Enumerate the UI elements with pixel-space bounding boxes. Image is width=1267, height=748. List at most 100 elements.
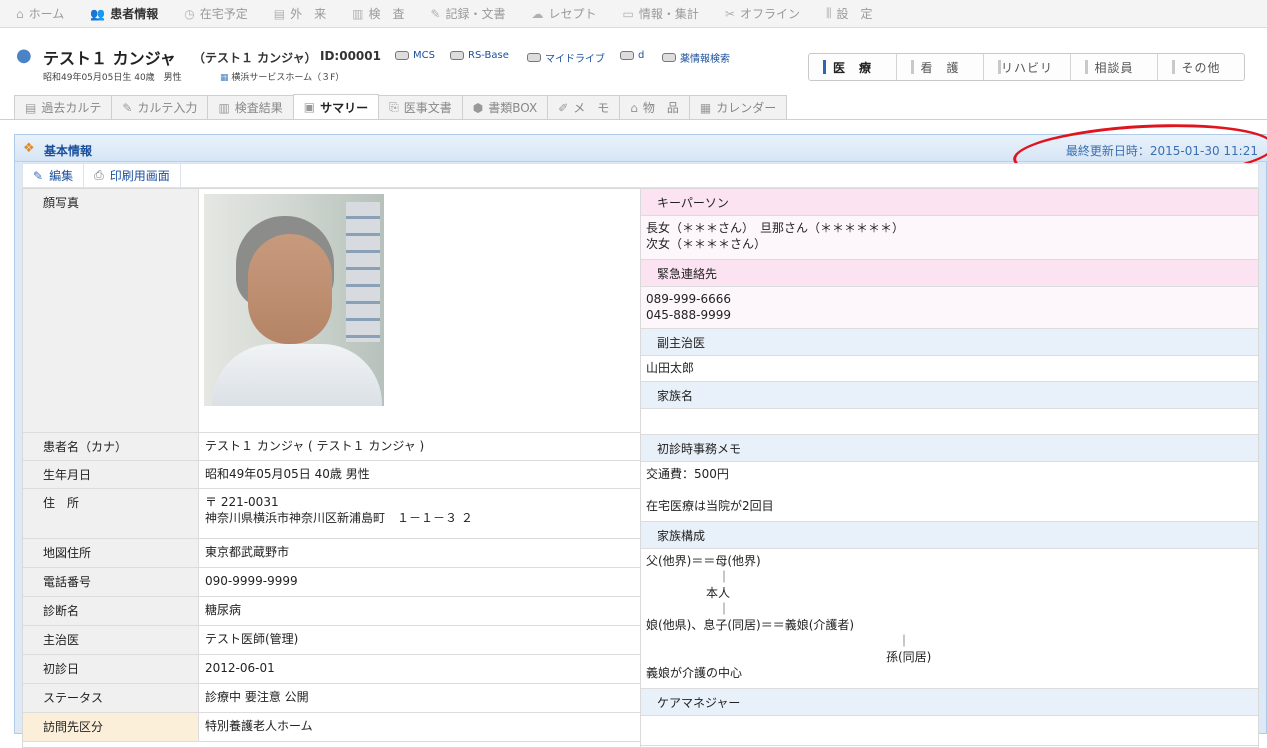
service-link-d[interactable]: d (620, 50, 644, 61)
tab-5[interactable]: ⬢ 書類BOX (461, 95, 549, 119)
tab-3[interactable]: ▣ サマリー (292, 94, 380, 119)
nav-item-1[interactable]: 👥 患者情報 (90, 5, 158, 22)
info-row: 顔写真 (23, 189, 640, 433)
row-value: 糖尿病 (205, 603, 242, 617)
settings-icon: ⫼ (825, 6, 832, 20)
tab-7[interactable]: ⌂ 物 品 (619, 95, 690, 119)
row-value: 東京都武蔵野市 (205, 545, 290, 559)
clock-icon: ◷ (184, 6, 195, 21)
info-row: 主治医 テスト医師(管理) (23, 626, 640, 655)
nav-label: 外 来 (290, 7, 327, 21)
tab-2[interactable]: ▥ 検査結果 (207, 95, 294, 119)
row-label: 主治医 (23, 626, 199, 654)
nav-item-6[interactable]: ☁ レセプト (532, 5, 597, 22)
role-button-4[interactable]: その他 (1157, 54, 1244, 80)
row-value: テスト１ カンジャ ( テスト１ カンジャ ) (205, 439, 425, 453)
nav-item-4[interactable]: ▥ 検 査 (352, 5, 404, 22)
nav-label: レセプト (548, 7, 597, 21)
info-row: 生年月日 昭和49年05月05日 40歳 男性 (23, 461, 640, 489)
basic-info-table: 顔写真 患者名（カナ） テスト１ カンジャ ( テスト１ カンジャ ) 生年月日 昭和4… (22, 188, 641, 748)
info-row: 地図住所 東京都武蔵野市 (23, 539, 640, 568)
section-body: 089-999-6666 045-888-9999 (641, 287, 1258, 329)
top-navigation: ⌂ ホーム 👥 患者情報 ◷ 在宅予定 ▤ 外 来 ▥ 検 査 ✎ 記録・文書 ☁ レセプト ▭ 情報・集計 ✂… (0, 0, 1267, 28)
document-icon: ✎ (430, 6, 441, 21)
role-button-1[interactable]: 看 護 (896, 54, 983, 80)
section-header: 緊急連絡先 (641, 260, 1258, 287)
row-value (199, 189, 640, 432)
users-icon: 👥 (90, 6, 106, 21)
nav-item-9[interactable]: ⫼ 設 定 (826, 5, 873, 22)
service-link-mcs[interactable]: MCS (395, 50, 435, 61)
nav-label: オフライン (739, 7, 800, 21)
row-label: 生年月日 (23, 461, 199, 488)
role-button-0[interactable]: 医 療 (809, 54, 896, 80)
car-icon (395, 51, 409, 60)
panel-title: 基本情報 (44, 144, 93, 158)
tab-label: 医事文書 (403, 101, 452, 115)
tab-1[interactable]: ✎ カルテ入力 (111, 95, 209, 119)
nav-label: 患者情報 (110, 7, 159, 21)
basic-info-panel: ❖ 基本情報 最終更新日時：2015-01-30 11:21 ✎ 編集 ⎙ 印刷用画… (14, 118, 1267, 748)
section-body: 山田太郎 (641, 356, 1258, 382)
nav-item-8[interactable]: ✂ オフライン (725, 5, 800, 22)
additional-info-table: キーパーソン 長女（＊＊＊さん） 旦那さん（＊＊＊＊＊＊） 次女（＊＊＊＊さん）緊… (641, 188, 1259, 748)
cloud-icon: ☁ (531, 6, 544, 21)
info-row: ステータス 診療中 要注意 公開 (23, 684, 640, 713)
patient-icon: ● (16, 45, 32, 66)
row-value: 2012-06-01 (205, 661, 275, 675)
info-row: 患者名（カナ） テスト１ カンジャ ( テスト１ カンジャ ) (23, 433, 640, 461)
tab-label: 検査結果 (234, 101, 283, 115)
service-link-mydrive[interactable]: マイドライブ (527, 50, 605, 65)
tab-label: 過去カルテ (41, 101, 102, 115)
item-icon: ⌂ (630, 100, 638, 115)
section-header: 家族名 (641, 382, 1258, 409)
nav-item-5[interactable]: ✎ 記録・文書 (430, 5, 505, 22)
patient-kana: （テスト１ カンジャ） (193, 51, 317, 65)
nav-label: 設 定 (836, 7, 873, 21)
edit-button[interactable]: ✎ 編集 (23, 163, 85, 188)
nav-item-3[interactable]: ▤ 外 来 (274, 5, 326, 22)
chart-icon: ▥ (218, 100, 230, 115)
nav-item-0[interactable]: ⌂ ホーム (16, 5, 64, 22)
nav-item-2[interactable]: ◷ 在宅予定 (184, 5, 248, 22)
nav-label: 情報・集計 (638, 7, 699, 21)
panel-toolbar: ✎ 編集 ⎙ 印刷用画面 (22, 163, 1259, 188)
tab-label: 書類BOX (488, 101, 538, 115)
tab-label: メ モ (573, 101, 610, 115)
section-body: 交通費：500円 在宅医療は当院が2回目 (641, 462, 1258, 522)
print-button[interactable]: ⎙ 印刷用画面 (84, 163, 181, 188)
section-body (641, 409, 1258, 435)
service-label: d (638, 50, 645, 61)
role-indicator (1172, 60, 1175, 74)
service-link-drug-search[interactable]: 薬情報検索 (662, 50, 730, 65)
service-link-rs-base[interactable]: RS-Base (450, 50, 509, 61)
panel-header: ❖ 基本情報 最終更新日時：2015-01-30 11:21 (15, 118, 1267, 187)
info-row: 電話番号 090-9999-9999 (23, 568, 640, 597)
info-row: 訪問先区分 特別養護老人ホーム (23, 713, 640, 742)
row-label: 電話番号 (23, 568, 199, 596)
row-value: 昭和49年05月05日 40歳 男性 (205, 467, 370, 481)
patient-header: ● テスト１ カンジャ （テスト１ カンジャ） ID:00001 MCS RS-… (0, 28, 1267, 92)
section-header: 家族構成 (641, 522, 1258, 549)
tab-4[interactable]: ⎘ 医事文書 (378, 95, 463, 119)
service-label: RS-Base (468, 50, 509, 61)
service-label: マイドライブ (545, 54, 605, 65)
role-indicator (1085, 60, 1088, 74)
section-header: ケアマネジャー (641, 689, 1258, 716)
calendar-icon: ▦ (699, 100, 712, 115)
row-label: 顔写真 (23, 189, 199, 432)
tab-0[interactable]: ▤ 過去カルテ (14, 95, 113, 119)
row-value: テスト医師(管理) (205, 632, 299, 646)
row-label: 訪問先区分 (23, 713, 199, 741)
nav-item-7[interactable]: ▭ 情報・集計 (623, 5, 699, 22)
section-body: 長女（＊＊＊さん） 旦那さん（＊＊＊＊＊＊） 次女（＊＊＊＊さん） (641, 216, 1258, 260)
role-button-2[interactable]: リハビリ (983, 54, 1070, 80)
group-icon: ❖ (23, 141, 35, 156)
tab-8[interactable]: ▦ カレンダー (688, 95, 788, 119)
summary-tabs: ▤ 過去カルテ ✎ カルテ入力 ▥ 検査結果 ▣ サマリー ⎘ 医事文書 ⬢ 書類BOX ✐ メ モ ⌂ 物 … (14, 94, 788, 119)
service-label: 薬情報検索 (680, 54, 730, 65)
role-button-3[interactable]: 相談員 (1070, 54, 1157, 80)
role-label: リハビリ (1000, 60, 1053, 75)
building-icon: ▦ (220, 73, 229, 83)
tab-6[interactable]: ✐ メ モ (547, 95, 621, 119)
